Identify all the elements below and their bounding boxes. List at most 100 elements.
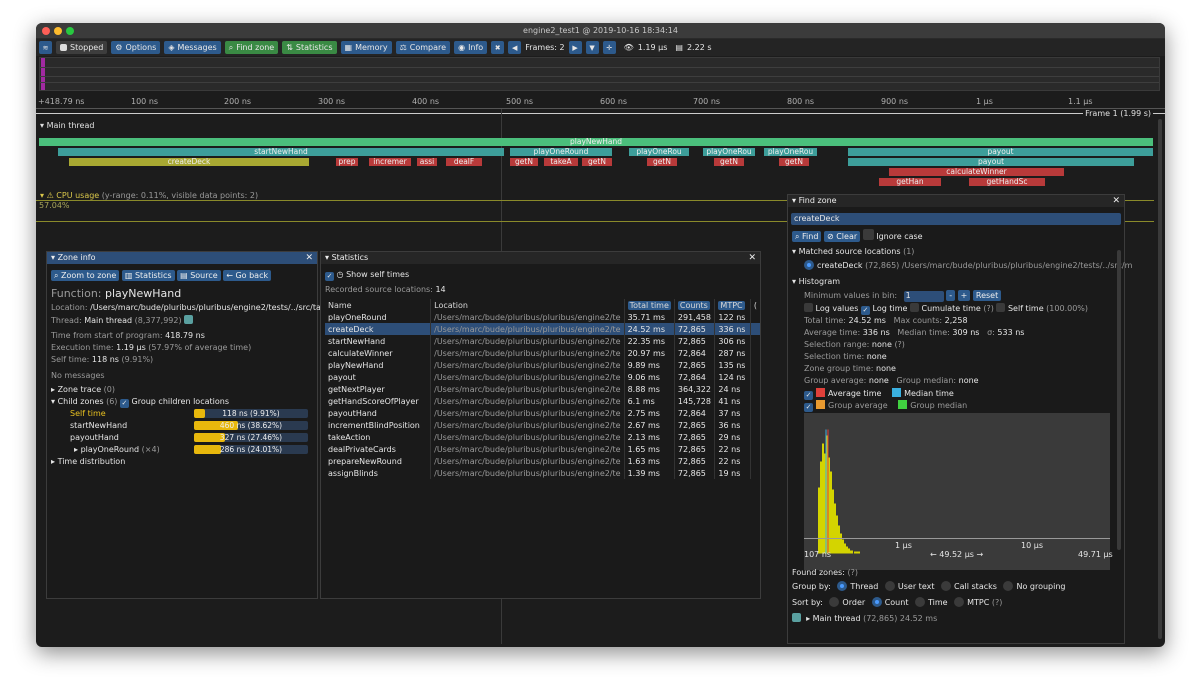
column-counts[interactable]: Counts bbox=[674, 299, 716, 311]
cumulate-time-checkbox[interactable] bbox=[909, 303, 919, 312]
find-button[interactable]: ⌕ Find bbox=[792, 231, 822, 242]
zone-getNextPlayer[interactable]: getN bbox=[714, 158, 744, 166]
prev-frame-button[interactable]: ◀ bbox=[508, 41, 522, 54]
child-zone-bar[interactable]: 327 ns (27.46%) bbox=[194, 433, 308, 442]
zone-getNextPlayer[interactable]: getN bbox=[582, 158, 612, 166]
table-row[interactable]: calculateWinner/Users/marc/bude/pluribus… bbox=[325, 347, 760, 359]
min-values-increment[interactable]: + bbox=[957, 290, 971, 301]
show-self-times-checkbox[interactable]: ✓ bbox=[325, 272, 334, 281]
find-zone-header[interactable]: ▾ Find zone ✕ bbox=[788, 195, 1124, 207]
child-zone-bar[interactable]: 118 ns (9.91%) bbox=[194, 409, 308, 418]
zoom-window-button[interactable] bbox=[66, 27, 74, 35]
group-by-thread-radio[interactable] bbox=[837, 581, 848, 591]
zone-startNewHand[interactable]: startNewHand bbox=[58, 148, 504, 156]
zone-takeAction[interactable]: takeA bbox=[544, 158, 578, 166]
zone-getNextPlayer[interactable]: getN bbox=[779, 158, 809, 166]
zone-prepareNewRound[interactable]: prep bbox=[336, 158, 358, 166]
ignore-case-checkbox[interactable] bbox=[862, 229, 874, 240]
self-time-checkbox[interactable] bbox=[996, 303, 1006, 312]
crosshair-icon[interactable]: ✛ bbox=[602, 41, 616, 54]
close-icon[interactable]: ✕ bbox=[748, 252, 756, 264]
minimize-window-button[interactable] bbox=[54, 27, 62, 35]
close-icon[interactable]: ✕ bbox=[1112, 195, 1120, 207]
child-zones-toggle[interactable]: ▾ Child zones bbox=[51, 397, 104, 406]
histogram-toggle[interactable]: ▾ Histogram bbox=[792, 277, 840, 286]
match-radio[interactable] bbox=[804, 260, 814, 270]
table-row[interactable]: playOneRound/Users/marc/bude/pluribus/pl… bbox=[325, 311, 760, 323]
column-mtpc[interactable]: MTPC bbox=[714, 299, 751, 311]
table-row[interactable]: getNextPlayer/Users/marc/bude/pluribus/p… bbox=[325, 383, 760, 395]
no-grouping-radio[interactable] bbox=[1003, 581, 1014, 591]
child-zone-bar[interactable]: 286 ns (24.01%) bbox=[194, 445, 308, 454]
matched-toggle[interactable]: ▾ Matched source locations bbox=[792, 247, 901, 256]
selection-range-help[interactable]: (?) bbox=[894, 340, 905, 349]
zone-assignBlinds[interactable]: assi bbox=[417, 158, 437, 166]
go-back-button[interactable]: ← Go back bbox=[223, 270, 272, 281]
find-zone-search-input[interactable]: createDeck bbox=[791, 213, 1121, 225]
result-group-row[interactable]: ▸ Main thread (72,865) 24.52 ms bbox=[792, 613, 937, 623]
min-values-decrement[interactable]: - bbox=[946, 290, 956, 301]
column-more[interactable]: ( bbox=[750, 299, 760, 311]
frame-graph[interactable] bbox=[39, 57, 1160, 91]
histogram-plot[interactable] bbox=[804, 413, 1110, 570]
zone-playNewHand[interactable]: playNewHand bbox=[39, 138, 1153, 146]
zone-getHandScoreOfPlayer[interactable]: getHan bbox=[879, 178, 941, 186]
statistics-header[interactable]: ▾ Statistics ✕ bbox=[321, 252, 760, 264]
sort-help[interactable]: (?) bbox=[992, 598, 1003, 607]
time-distribution-toggle[interactable]: ▸ Time distribution bbox=[51, 457, 125, 466]
options-button[interactable]: ⚙ Options bbox=[111, 41, 161, 54]
timeline-scrollbar[interactable] bbox=[1158, 119, 1162, 639]
source-button[interactable]: ▤ Source bbox=[177, 270, 221, 281]
table-row[interactable]: takeAction/Users/marc/bude/pluribus/plur… bbox=[325, 431, 760, 443]
table-row[interactable]: startNewHand/Users/marc/bude/pluribus/pl… bbox=[325, 335, 760, 347]
zone-playOneRound[interactable]: playOneRou bbox=[629, 148, 689, 156]
group-by-user-text-radio[interactable] bbox=[884, 581, 895, 591]
time-ruler[interactable]: +418.79 ns 100 ns 200 ns 300 ns 400 ns 5… bbox=[36, 93, 1165, 109]
close-window-button[interactable] bbox=[42, 27, 50, 35]
table-row[interactable]: playNewHand/Users/marc/bude/pluribus/plu… bbox=[325, 359, 760, 371]
reset-button[interactable]: Reset bbox=[972, 290, 1002, 301]
table-row[interactable]: prepareNewRound/Users/marc/bude/pluribus… bbox=[325, 455, 760, 467]
zone-info-header[interactable]: ▾ Zone info ✕ bbox=[47, 252, 317, 264]
column-name[interactable]: Name bbox=[325, 299, 432, 311]
cpu-usage-header[interactable]: ▾ ⚠ CPU usage (y-range: 0.11%, visible d… bbox=[40, 191, 258, 200]
compare-button[interactable]: ⚖ Compare bbox=[395, 41, 451, 54]
zone-incrementBlindPosition[interactable]: incremer bbox=[369, 158, 411, 166]
info-button[interactable]: ◉ Info bbox=[454, 41, 488, 54]
group-children-checkbox[interactable]: ✓ bbox=[119, 399, 129, 408]
main-thread-header[interactable]: ▾ Main thread bbox=[40, 121, 94, 130]
messages-button[interactable]: ◈ Messages bbox=[164, 41, 221, 54]
statistics-button[interactable]: ⇅ Statistics bbox=[282, 41, 337, 54]
sort-count-radio[interactable] bbox=[871, 597, 882, 607]
zone-statistics-button[interactable]: ▥ Statistics bbox=[121, 270, 175, 281]
cumulate-help[interactable]: (?) bbox=[983, 304, 994, 313]
zone-calculateWinner[interactable]: calculateWinner bbox=[889, 168, 1064, 176]
zone-playOneRound[interactable]: playOneRound bbox=[510, 148, 612, 156]
table-row[interactable]: dealPrivateCards/Users/marc/bude/pluribu… bbox=[325, 443, 760, 455]
table-row[interactable]: incrementBlindPosition/Users/marc/bude/p… bbox=[325, 419, 760, 431]
average-time-checkbox[interactable]: ✓ bbox=[804, 391, 813, 400]
connection-icon[interactable]: ≋ bbox=[39, 41, 52, 54]
column-total-time[interactable]: Total time bbox=[624, 299, 675, 311]
zone-getNextPlayer[interactable]: getN bbox=[647, 158, 677, 166]
table-row[interactable]: getHandScoreOfPlayer/Users/marc/bude/plu… bbox=[325, 395, 760, 407]
zone-getHandScoreOfPlayer[interactable]: getHandSc bbox=[969, 178, 1045, 186]
zone-getNextPlayer[interactable]: getN bbox=[510, 158, 538, 166]
table-row[interactable]: assignBlinds/Users/marc/bude/pluribus/pl… bbox=[325, 467, 760, 479]
sort-order-radio[interactable] bbox=[829, 597, 840, 607]
log-time-checkbox[interactable]: ✓ bbox=[860, 306, 870, 315]
find-zone-scrollbar[interactable] bbox=[1117, 250, 1121, 550]
column-location[interactable]: Location bbox=[430, 299, 625, 311]
zone-payout[interactable]: payout bbox=[848, 158, 1134, 166]
clear-button[interactable]: ⊘ Clear bbox=[823, 231, 861, 242]
zone-playOneRound[interactable]: playOneRou bbox=[764, 148, 817, 156]
child-zone-name[interactable]: payoutHand bbox=[70, 433, 119, 442]
sort-mtpc-radio[interactable] bbox=[954, 597, 965, 607]
zone-createDeck[interactable]: createDeck bbox=[69, 158, 309, 166]
zoom-to-zone-button[interactable]: ⌕ Zoom to zone bbox=[51, 270, 120, 281]
sort-time-radio[interactable] bbox=[915, 597, 926, 607]
found-zones-help[interactable]: (?) bbox=[847, 568, 858, 577]
stopped-button[interactable]: Stopped bbox=[56, 41, 108, 54]
group-average-checkbox[interactable]: ✓ bbox=[804, 403, 813, 412]
min-values-input[interactable]: 1 bbox=[903, 291, 944, 302]
